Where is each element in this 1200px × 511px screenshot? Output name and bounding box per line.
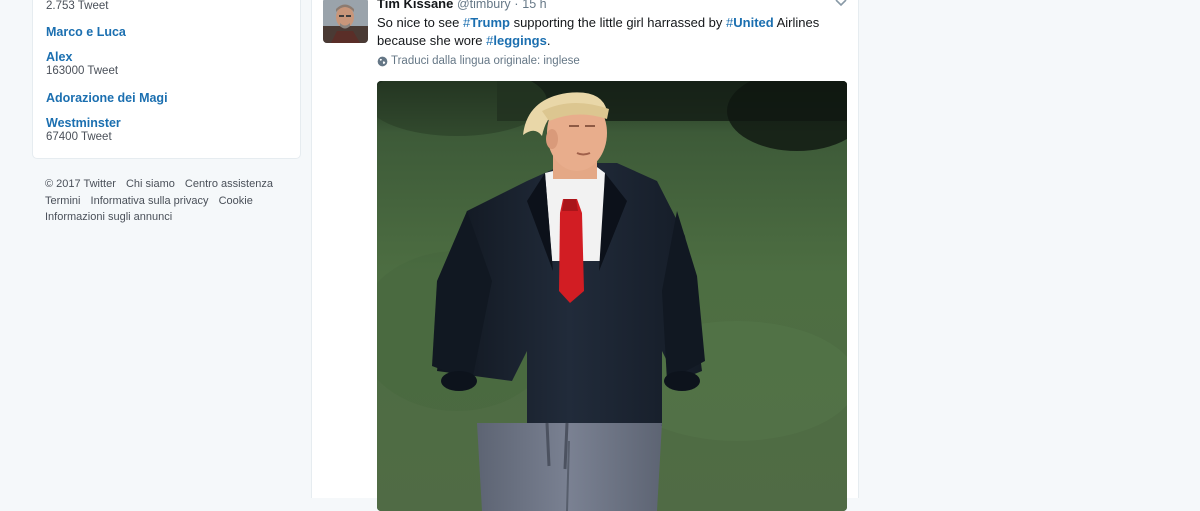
separator-dot: · (514, 0, 519, 11)
footer-link-cookie[interactable]: Cookie (219, 195, 253, 207)
tweet-text-part: supporting the little girl harrassed by (509, 15, 727, 30)
hashtag-word: United (733, 15, 774, 30)
trend-name[interactable]: Westminster (46, 116, 121, 130)
trend-item[interactable]: Adorazione dei Magi (46, 91, 168, 105)
globe-icon (377, 56, 388, 66)
trends-card: 2.753 Tweet Marco e Luca Alex 163000 Twe… (32, 0, 301, 159)
tweet-timestamp[interactable]: 15 h (522, 0, 546, 11)
trend-item[interactable]: Marco e Luca (46, 25, 126, 39)
trend-item[interactable]: Alex 163000 Tweet (46, 50, 118, 78)
translate-link[interactable]: Traduci dalla lingua originale: inglese (377, 55, 580, 67)
trend-count: 163000 Tweet (46, 65, 119, 77)
hashtag-word: Trump (470, 15, 510, 30)
footer-line: Informazioni sugli annunci (45, 209, 295, 226)
trend-count: 2.753 Tweet (46, 0, 109, 12)
tweet-text: So nice to see #Trump supporting the lit… (377, 14, 847, 50)
footer-link-about[interactable]: Chi siamo (126, 178, 175, 190)
copyright-text: © 2017 Twitter (45, 178, 116, 190)
author-name[interactable]: Tim Kissane (377, 0, 453, 11)
footer-link-help[interactable]: Centro assistenza (185, 178, 273, 190)
footer-link-terms[interactable]: Termini (45, 195, 80, 207)
tweet-text-part: So nice to see (377, 15, 463, 30)
photo-image (377, 81, 847, 511)
tweet-photo[interactable] (377, 81, 847, 511)
site-footer: © 2017 Twitter Chi siamo Centro assisten… (45, 176, 295, 226)
hashtag-word: leggings (493, 33, 547, 48)
hashtag-united[interactable]: #United (726, 15, 774, 30)
footer-line: © 2017 Twitter Chi siamo Centro assisten… (45, 176, 295, 193)
trend-name[interactable]: Adorazione dei Magi (46, 91, 168, 105)
trend-name[interactable]: Marco e Luca (46, 25, 126, 39)
tweet-text-part: . (546, 33, 551, 48)
translate-label: Traduci dalla lingua originale: inglese (391, 55, 580, 67)
avatar[interactable] (323, 0, 368, 43)
hashtag-leggings[interactable]: #leggings (486, 33, 547, 48)
author-handle[interactable]: @timbury (457, 0, 511, 11)
tweet-header: Tim Kissane @timbury · 15 h (377, 0, 547, 12)
trend-item[interactable]: 2.753 Tweet (46, 0, 108, 13)
trend-name[interactable]: Alex (46, 50, 118, 64)
chevron-down-icon[interactable] (834, 0, 848, 10)
timeline: Tim Kissane @timbury · 15 h So nice to s… (311, 0, 859, 511)
footer-link-ads[interactable]: Informazioni sugli annunci (45, 211, 172, 223)
trend-count: 67400 Tweet (46, 131, 112, 143)
footer-link-privacy[interactable]: Informativa sulla privacy (91, 195, 209, 207)
trend-item[interactable]: Westminster 67400 Tweet (46, 116, 121, 144)
footer-line: Termini Informativa sulla privacy Cookie (45, 193, 295, 210)
hashtag-trump[interactable]: #Trump (463, 15, 510, 30)
avatar-image (323, 0, 368, 43)
